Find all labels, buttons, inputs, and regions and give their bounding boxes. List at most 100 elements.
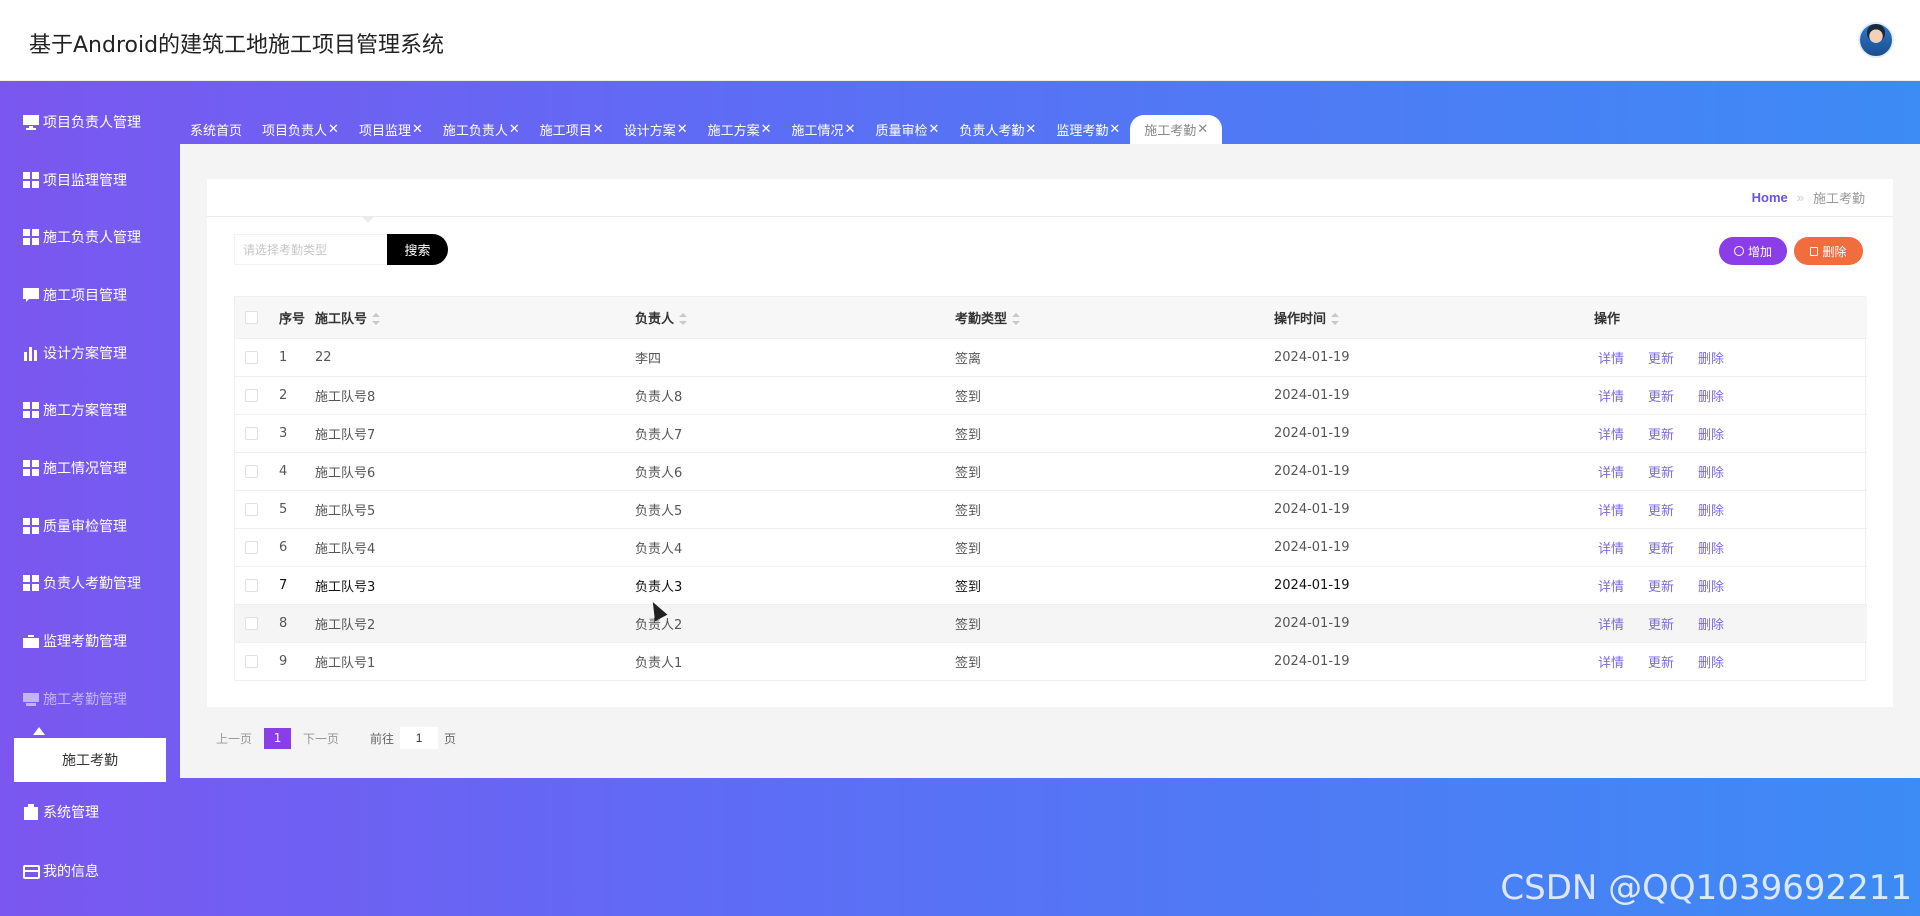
table-row[interactable]: 3 施工队号7 负责人7 签到 2024-01-19 详情 更新 删除 (235, 413, 1867, 452)
tab-home[interactable]: 系统首页 (180, 115, 252, 144)
close-icon[interactable]: ✕ (845, 122, 856, 137)
detail-button[interactable]: 详情 (1598, 428, 1624, 443)
sidebar-item-design-plan[interactable]: 设计方案管理 (0, 333, 180, 373)
detail-button[interactable]: 详情 (1598, 352, 1624, 367)
tab-construction-project[interactable]: 施工项目 ✕ (530, 115, 614, 144)
detail-button[interactable]: 详情 (1598, 390, 1624, 405)
table-row[interactable]: 5 施工队号5 负责人5 签到 2024-01-19 详情 更新 删除 (235, 489, 1867, 528)
update-button[interactable]: 更新 (1648, 542, 1674, 557)
tab-leader-attendance[interactable]: 负责人考勤 ✕ (949, 115, 1046, 144)
tab-supervision-attendance[interactable]: 监理考勤 ✕ (1046, 115, 1130, 144)
tab-construction-plan[interactable]: 施工方案 ✕ (698, 115, 782, 144)
sidebar-item-construction-project[interactable]: 施工项目管理 (0, 275, 180, 315)
search-button[interactable]: 搜索 (387, 234, 448, 265)
table-row[interactable]: 8 施工队号2 负责人2 签到 2024-01-19 详情 更新 删除 (235, 603, 1867, 642)
update-button[interactable]: 更新 (1648, 352, 1674, 367)
detail-button[interactable]: 详情 (1598, 504, 1624, 519)
sidebar-item-construction-attendance[interactable]: 施工考勤管理 (0, 679, 180, 719)
current-page-button[interactable]: 1 (264, 727, 292, 749)
close-icon[interactable]: ✕ (928, 122, 939, 137)
row-checkbox[interactable] (245, 616, 258, 630)
sort-icon[interactable] (1012, 313, 1021, 326)
close-icon[interactable]: ✕ (761, 122, 772, 137)
row-delete-button[interactable]: 删除 (1698, 466, 1724, 481)
tab-design-plan[interactable]: 设计方案 ✕ (614, 115, 698, 144)
close-icon[interactable]: ✕ (1197, 122, 1208, 137)
row-checkbox[interactable] (245, 464, 258, 478)
row-checkbox[interactable] (245, 654, 258, 668)
prev-page-button[interactable]: 上一页 (216, 730, 252, 747)
close-icon[interactable]: ✕ (509, 122, 520, 137)
detail-button[interactable]: 详情 (1598, 466, 1624, 481)
sort-icon[interactable] (1331, 313, 1340, 326)
tab-project-supervision[interactable]: 项目监理 ✕ (349, 115, 433, 144)
row-checkbox[interactable] (245, 388, 258, 402)
row-checkbox[interactable] (245, 426, 258, 440)
submenu-item-construction-attendance[interactable]: 施工考勤 (14, 738, 166, 782)
sort-icon[interactable] (372, 313, 381, 326)
add-button[interactable]: 增加 (1719, 237, 1787, 265)
row-delete-button[interactable]: 删除 (1698, 352, 1724, 367)
update-button[interactable]: 更新 (1648, 466, 1674, 481)
column-header-type[interactable]: 考勤类型 (955, 297, 1274, 338)
column-header-leader[interactable]: 负责人 (635, 297, 955, 338)
tab-construction-leader[interactable]: 施工负责人 ✕ (433, 115, 530, 144)
row-delete-button[interactable]: 删除 (1698, 656, 1724, 671)
tab-quality-inspection[interactable]: 质量审检 ✕ (865, 115, 949, 144)
table-row[interactable]: 1 22 李四 签离 2024-01-19 详情 更新 删除 (235, 337, 1867, 376)
sidebar-item-construction-plan[interactable]: 施工方案管理 (0, 390, 180, 430)
detail-button[interactable]: 详情 (1598, 618, 1624, 633)
sidebar-item-construction-leader[interactable]: 施工负责人管理 (0, 217, 180, 257)
tab-construction-attendance[interactable]: 施工考勤 ✕ (1130, 115, 1223, 144)
row-checkbox[interactable] (245, 350, 258, 364)
next-page-button[interactable]: 下一页 (303, 730, 339, 747)
row-delete-button[interactable]: 删除 (1698, 390, 1724, 405)
sidebar-item-construction-status[interactable]: 施工情况管理 (0, 448, 180, 488)
row-delete-button[interactable]: 删除 (1698, 542, 1724, 557)
breadcrumb-home[interactable]: Home (1752, 190, 1788, 205)
sidebar-item-supervision-attendance[interactable]: 监理考勤管理 (0, 621, 180, 661)
detail-button[interactable]: 详情 (1598, 580, 1624, 595)
delete-button[interactable]: 删除 (1794, 237, 1863, 265)
sidebar-item-project-manager[interactable]: 项目负责人管理 (0, 102, 180, 142)
column-header-team[interactable]: 施工队号 (315, 297, 635, 338)
update-button[interactable]: 更新 (1648, 656, 1674, 671)
update-button[interactable]: 更新 (1648, 580, 1674, 595)
row-delete-button[interactable]: 删除 (1698, 618, 1724, 633)
table-row[interactable]: 7 施工队号3 负责人3 签到 2024-01-19 详情 更新 删除 (235, 565, 1867, 604)
table-row[interactable]: 6 施工队号4 负责人4 签到 2024-01-19 详情 更新 删除 (235, 527, 1867, 566)
sidebar-item-quality-inspection[interactable]: 质量审检管理 (0, 506, 180, 546)
sidebar-item-my-info[interactable]: 我的信息 (0, 851, 180, 891)
table-row[interactable]: 9 施工队号1 负责人1 签到 2024-01-19 详情 更新 删除 (235, 641, 1867, 680)
close-icon[interactable]: ✕ (1109, 122, 1120, 137)
table-row[interactable]: 4 施工队号6 负责人6 签到 2024-01-19 详情 更新 删除 (235, 451, 1867, 490)
update-button[interactable]: 更新 (1648, 504, 1674, 519)
row-checkbox[interactable] (245, 578, 258, 592)
attendance-type-search-input[interactable] (234, 234, 394, 265)
user-avatar[interactable] (1858, 22, 1894, 58)
close-icon[interactable]: ✕ (593, 122, 604, 137)
update-button[interactable]: 更新 (1648, 390, 1674, 405)
row-checkbox[interactable] (245, 540, 258, 554)
column-header-time[interactable]: 操作时间 (1274, 297, 1594, 338)
row-delete-button[interactable]: 删除 (1698, 580, 1724, 595)
goto-page-input[interactable] (400, 727, 439, 749)
tab-project-manager[interactable]: 项目负责人 ✕ (252, 115, 349, 144)
detail-button[interactable]: 详情 (1598, 542, 1624, 557)
sidebar-item-system[interactable]: 系统管理 (0, 792, 180, 832)
close-icon[interactable]: ✕ (412, 122, 423, 137)
sidebar-item-project-supervision[interactable]: 项目监理管理 (0, 160, 180, 200)
row-delete-button[interactable]: 删除 (1698, 428, 1724, 443)
update-button[interactable]: 更新 (1648, 618, 1674, 633)
row-delete-button[interactable]: 删除 (1698, 504, 1724, 519)
close-icon[interactable]: ✕ (328, 122, 339, 137)
row-checkbox[interactable] (245, 502, 258, 516)
tab-construction-status[interactable]: 施工情况 ✕ (782, 115, 866, 144)
select-all-checkbox[interactable] (245, 310, 258, 324)
update-button[interactable]: 更新 (1648, 428, 1674, 443)
detail-button[interactable]: 详情 (1598, 656, 1624, 671)
close-icon[interactable]: ✕ (1025, 122, 1036, 137)
table-row[interactable]: 2 施工队号8 负责人8 签到 2024-01-19 详情 更新 删除 (235, 375, 1867, 414)
sidebar-item-leader-attendance[interactable]: 负责人考勤管理 (0, 563, 180, 603)
close-icon[interactable]: ✕ (677, 122, 688, 137)
